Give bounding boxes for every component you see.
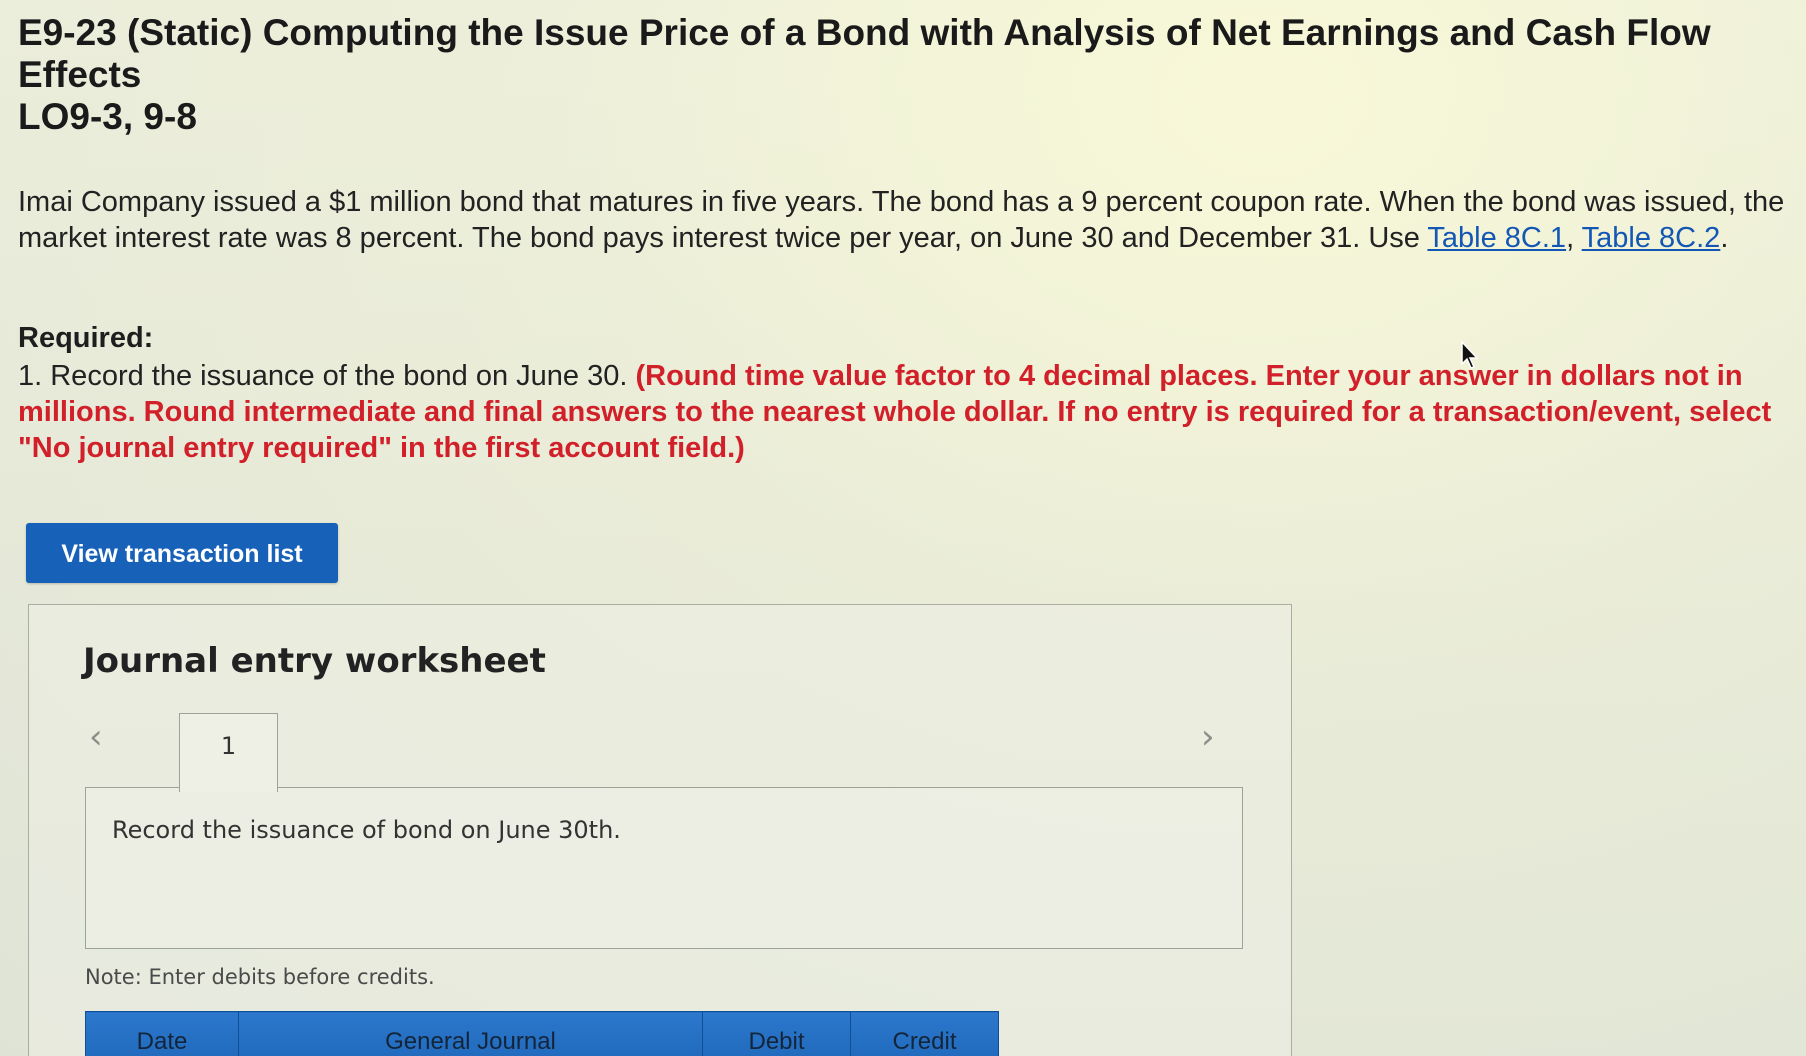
link-separator: , [1566, 222, 1582, 254]
journal-entry-worksheet: Journal entry worksheet ‹ 1 › Record the… [28, 604, 1292, 1056]
entry-instruction-text: Record the issuance of bond on June 30th… [112, 816, 621, 844]
debits-before-credits-note: Note: Enter debits before credits. [85, 965, 435, 989]
column-header-credit: Credit [850, 1011, 999, 1056]
chevron-right-icon[interactable]: › [1201, 717, 1215, 757]
tab-entry-1[interactable]: 1 [179, 713, 278, 792]
journal-table-header-row: Date General Journal Debit Credit [85, 1011, 999, 1056]
problem-title-line1: E9-23 (Static) Computing the Issue Price… [18, 12, 1711, 95]
required-heading: Required: [18, 322, 154, 354]
chevron-left-icon[interactable]: ‹ [89, 717, 103, 757]
column-header-date: Date [85, 1011, 239, 1056]
problem-title-line2: LO9-3, 9-8 [18, 96, 197, 137]
intro-end: . [1720, 222, 1729, 254]
page: E9-23 (Static) Computing the Issue Price… [0, 0, 1806, 1056]
table-8c1-link[interactable]: Table 8C.1 [1427, 222, 1566, 254]
entry-instruction-box: Record the issuance of bond on June 30th… [85, 787, 1243, 949]
column-header-general-journal: General Journal [238, 1011, 703, 1056]
view-transaction-list-button[interactable]: View transaction list [26, 523, 338, 583]
worksheet-title: Journal entry worksheet [83, 641, 546, 681]
problem-intro: Imai Company issued a $1 million bond th… [18, 184, 1788, 256]
required-item-1: 1. Record the issuance of the bond on Ju… [18, 358, 1788, 466]
journal-table: Date General Journal Debit Credit [85, 1011, 999, 1056]
table-8c2-link[interactable]: Table 8C.2 [1582, 222, 1721, 254]
column-header-debit: Debit [702, 1011, 851, 1056]
required-item-text: 1. Record the issuance of the bond on Ju… [18, 360, 636, 392]
mouse-cursor-icon [1461, 340, 1479, 369]
problem-title: E9-23 (Static) Computing the Issue Price… [18, 12, 1798, 138]
